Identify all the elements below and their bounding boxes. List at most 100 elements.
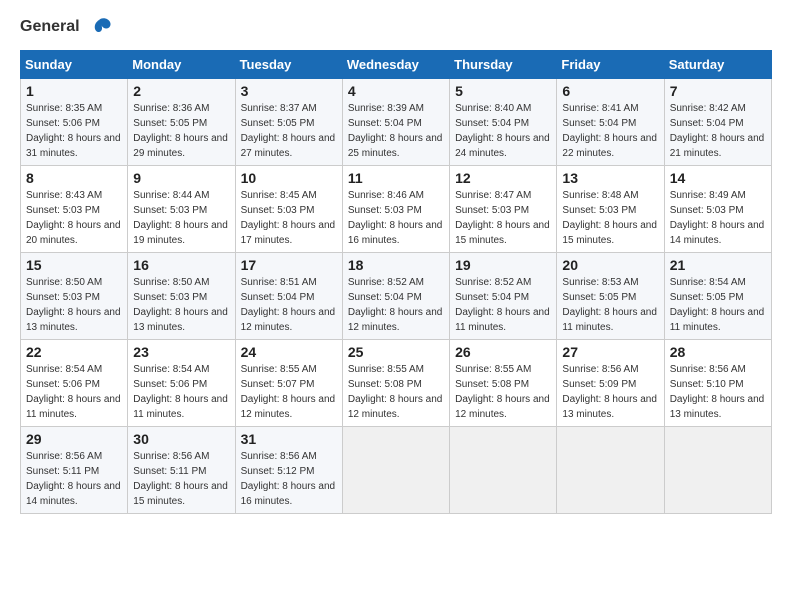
day-number: 15: [26, 257, 122, 273]
daylight-text: Daylight: 8 hours and 31 minutes.: [26, 133, 121, 159]
sunset-text: Sunset: 5:08 PM: [455, 379, 529, 390]
sunrise-text: Sunrise: 8:54 AM: [133, 364, 209, 375]
day-number: 4: [348, 83, 444, 99]
calendar-cell: 30Sunrise: 8:56 AMSunset: 5:11 PMDayligh…: [128, 427, 235, 514]
calendar-cell: 9Sunrise: 8:44 AMSunset: 5:03 PMDaylight…: [128, 166, 235, 253]
calendar-cell: 19Sunrise: 8:52 AMSunset: 5:04 PMDayligh…: [450, 253, 557, 340]
calendar-cell: 23Sunrise: 8:54 AMSunset: 5:06 PMDayligh…: [128, 340, 235, 427]
day-number: 18: [348, 257, 444, 273]
daylight-text: Daylight: 8 hours and 11 minutes.: [562, 307, 657, 333]
day-info: Sunrise: 8:35 AMSunset: 5:06 PMDaylight:…: [26, 101, 122, 161]
day-info: Sunrise: 8:55 AMSunset: 5:07 PMDaylight:…: [241, 362, 337, 422]
day-info: Sunrise: 8:56 AMSunset: 5:11 PMDaylight:…: [26, 449, 122, 509]
day-number: 26: [455, 344, 551, 360]
sunrise-text: Sunrise: 8:36 AM: [133, 103, 209, 114]
sunset-text: Sunset: 5:03 PM: [562, 205, 636, 216]
logo-line1: General: [20, 16, 112, 38]
weekday-header-sunday: Sunday: [21, 51, 128, 79]
calendar-cell: 3 Sunrise: 8:37 AM Sunset: 5:05 PM Daylight…: [235, 79, 342, 166]
day-info: Sunrise: 8:55 AMSunset: 5:08 PMDaylight:…: [348, 362, 444, 422]
calendar-week-row: 22Sunrise: 8:54 AMSunset: 5:06 PMDayligh…: [21, 340, 772, 427]
daylight-text: Daylight: 8 hours and 13 minutes.: [670, 394, 765, 420]
sunset-text: Sunset: 5:11 PM: [26, 466, 99, 477]
calendar-cell: 5Sunrise: 8:40 AMSunset: 5:04 PMDaylight…: [450, 79, 557, 166]
calendar-cell: 21 Sunrise: 8:54 AMSunset: 5:05 PMDayligh…: [664, 253, 771, 340]
daylight-text: Daylight: 8 hours and 15 minutes.: [562, 220, 657, 246]
sunrise-text: Sunrise: 8:46 AM: [348, 190, 424, 201]
daylight-text: Daylight: 8 hours and 25 minutes.: [348, 133, 443, 159]
sunrise-text: Sunrise: 8:49 AM: [670, 190, 746, 201]
sunset-text: Sunset: 5:03 PM: [26, 205, 100, 216]
sunrise-text: Sunrise: 8:37 AM: [241, 103, 317, 114]
day-info: Sunrise: 8:54 AMSunset: 5:05 PMDaylight:…: [670, 275, 766, 335]
daylight-text: Daylight: 8 hours and 17 minutes.: [241, 220, 336, 246]
logo-bird-icon: [86, 16, 112, 38]
daylight-text: Daylight: 8 hours and 12 minutes.: [455, 394, 550, 420]
daylight-text: Daylight: 8 hours and 11 minutes.: [26, 394, 121, 420]
day-info: Sunrise: 8:56 AMSunset: 5:11 PMDaylight:…: [133, 449, 229, 509]
calendar-cell: 26 Sunrise: 8:55 AMSunset: 5:08 PMDayligh…: [450, 340, 557, 427]
daylight-text: Daylight: 8 hours and 15 minutes.: [133, 481, 228, 507]
day-number: 20: [562, 257, 658, 273]
sunrise-text: Sunrise: 8:55 AM: [241, 364, 317, 375]
daylight-text: Daylight: 8 hours and 12 minutes.: [241, 307, 336, 333]
calendar-cell: 6Sunrise: 8:41 AMSunset: 5:04 PMDaylight…: [557, 79, 664, 166]
calendar-cell: 25 Sunrise: 8:55 AMSunset: 5:08 PMDayligh…: [342, 340, 449, 427]
sunrise-text: Sunrise: 8:42 AM: [670, 103, 746, 114]
day-info: Sunrise: 8:54 AMSunset: 5:06 PMDaylight:…: [26, 362, 122, 422]
weekday-header-saturday: Saturday: [664, 51, 771, 79]
logo: General: [20, 16, 112, 38]
sunset-text: Sunset: 5:10 PM: [670, 379, 744, 390]
calendar-cell: 17Sunrise: 8:51 AMSunset: 5:04 PMDayligh…: [235, 253, 342, 340]
day-number: 3: [241, 83, 337, 99]
calendar-week-row: 29Sunrise: 8:56 AMSunset: 5:11 PMDayligh…: [21, 427, 772, 514]
day-info: Sunrise: 8:50 AMSunset: 5:03 PMDaylight:…: [133, 275, 229, 335]
daylight-text: Daylight: 8 hours and 19 minutes.: [133, 220, 228, 246]
daylight-text: Daylight: 8 hours and 24 minutes.: [455, 133, 550, 159]
sunrise-text: Sunrise: 8:41 AM: [562, 103, 638, 114]
daylight-text: Daylight: 8 hours and 16 minutes.: [241, 481, 336, 507]
sunset-text: Sunset: 5:06 PM: [26, 118, 100, 129]
sunset-text: Sunset: 5:04 PM: [670, 118, 744, 129]
sunrise-text: Sunrise: 8:51 AM: [241, 277, 317, 288]
calendar-cell: 11Sunrise: 8:46 AMSunset: 5:03 PMDayligh…: [342, 166, 449, 253]
sunset-text: Sunset: 5:08 PM: [348, 379, 422, 390]
daylight-text: Daylight: 8 hours and 12 minutes.: [348, 307, 443, 333]
calendar-cell: 24Sunrise: 8:55 AMSunset: 5:07 PMDayligh…: [235, 340, 342, 427]
daylight-text: Daylight: 8 hours and 14 minutes.: [26, 481, 121, 507]
calendar-table: SundayMondayTuesdayWednesdayThursdayFrid…: [20, 50, 772, 514]
day-info: Sunrise: 8:52 AMSunset: 5:04 PMDaylight:…: [455, 275, 551, 335]
daylight-text: Daylight: 8 hours and 27 minutes.: [241, 133, 336, 159]
daylight-text: Daylight: 8 hours and 16 minutes.: [348, 220, 443, 246]
sunset-text: Sunset: 5:04 PM: [348, 118, 422, 129]
day-number: 12: [455, 170, 551, 186]
day-info: Sunrise: 8:56 AMSunset: 5:09 PMDaylight:…: [562, 362, 658, 422]
daylight-text: Daylight: 8 hours and 13 minutes.: [26, 307, 121, 333]
day-number: 21: [670, 257, 766, 273]
calendar-cell: 16Sunrise: 8:50 AMSunset: 5:03 PMDayligh…: [128, 253, 235, 340]
sunset-text: Sunset: 5:04 PM: [348, 292, 422, 303]
calendar-cell: 1Sunrise: 8:35 AMSunset: 5:06 PMDaylight…: [21, 79, 128, 166]
sunset-text: Sunset: 5:03 PM: [241, 205, 315, 216]
calendar-cell: [342, 427, 449, 514]
daylight-text: Daylight: 8 hours and 21 minutes.: [670, 133, 765, 159]
sunrise-text: Sunrise: 8:56 AM: [241, 451, 317, 462]
sunrise-text: Sunrise: 8:54 AM: [26, 364, 102, 375]
sunrise-text: Sunrise: 8:53 AM: [562, 277, 638, 288]
sunset-text: Sunset: 5:12 PM: [241, 466, 315, 477]
day-info: Sunrise: 8:37 AM Sunset: 5:05 PM Daylight:…: [241, 101, 337, 161]
calendar-week-row: 8Sunrise: 8:43 AMSunset: 5:03 PMDaylight…: [21, 166, 772, 253]
day-number: 17: [241, 257, 337, 273]
weekday-header-thursday: Thursday: [450, 51, 557, 79]
day-number: 25: [348, 344, 444, 360]
sunset-text: Sunset: 5:04 PM: [455, 118, 529, 129]
day-info: Sunrise: 8:55 AMSunset: 5:08 PMDaylight:…: [455, 362, 551, 422]
daylight-text: Daylight: 8 hours and 11 minutes.: [133, 394, 228, 420]
day-number: 10: [241, 170, 337, 186]
calendar-cell: 27Sunrise: 8:56 AMSunset: 5:09 PMDayligh…: [557, 340, 664, 427]
sunset-text: Sunset: 5:05 PM: [241, 118, 315, 129]
day-info: Sunrise: 8:45 AMSunset: 5:03 PMDaylight:…: [241, 188, 337, 248]
calendar-cell: 10 Sunrise: 8:45 AMSunset: 5:03 PMDayligh…: [235, 166, 342, 253]
daylight-text: Daylight: 8 hours and 15 minutes.: [455, 220, 550, 246]
sunset-text: Sunset: 5:03 PM: [348, 205, 422, 216]
